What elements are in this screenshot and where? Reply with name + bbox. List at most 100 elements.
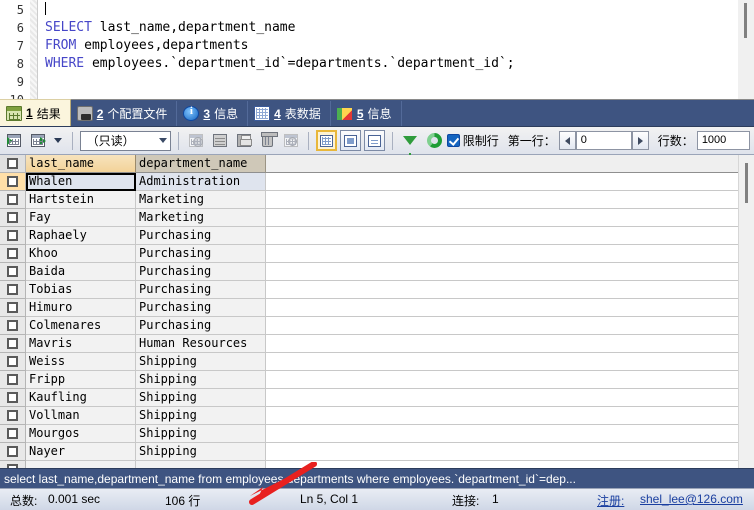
row-select-cell[interactable]	[0, 191, 26, 209]
save-record-button[interactable]	[233, 130, 254, 151]
cell-last-name[interactable]: Himuro	[26, 299, 136, 317]
select-all-checkbox[interactable]	[7, 158, 18, 169]
table-row[interactable]: Nayer Shipping	[0, 443, 738, 461]
row-checkbox[interactable]	[7, 302, 18, 313]
cell-department-name[interactable]: Purchasing	[136, 317, 266, 335]
cell-department-name[interactable]: Marketing	[136, 191, 266, 209]
tab-table-data[interactable]: 4 表数据	[248, 101, 331, 126]
row-checkbox[interactable]	[7, 410, 18, 421]
table-row[interactable]: Khoo Purchasing	[0, 245, 738, 263]
cell-department-name[interactable]: Marketing	[136, 209, 266, 227]
refresh-button[interactable]	[424, 130, 445, 151]
cell-last-name[interactable]: Tobias	[26, 281, 136, 299]
add-record-button[interactable]: +	[186, 130, 207, 151]
cell-department-name[interactable]	[136, 461, 266, 468]
cell-department-name[interactable]: Human Resources	[136, 335, 266, 353]
cell-department-name[interactable]: Administration	[136, 173, 266, 191]
row-checkbox[interactable]	[7, 392, 18, 403]
row-count-input[interactable]: 1000	[696, 131, 750, 150]
table-row[interactable]: Hartstein Marketing	[0, 191, 738, 209]
table-row[interactable]: Kaufling Shipping	[0, 389, 738, 407]
row-select-cell[interactable]	[0, 443, 26, 461]
grid-view-button[interactable]	[316, 130, 338, 151]
row-checkbox[interactable]	[7, 212, 18, 223]
row-select-cell[interactable]	[0, 425, 26, 443]
table-row[interactable]: Tobias Purchasing	[0, 281, 738, 299]
row-checkbox[interactable]	[7, 176, 18, 187]
row-select-cell[interactable]	[0, 389, 26, 407]
tab-info[interactable]: 3 信息	[177, 101, 249, 126]
row-checkbox[interactable]	[7, 284, 18, 295]
table-row[interactable]: Colmenares Purchasing	[0, 317, 738, 335]
cell-last-name[interactable]: Mavris	[26, 335, 136, 353]
cell-last-name[interactable]: Fay	[26, 209, 136, 227]
row-select-cell[interactable]	[0, 335, 26, 353]
limit-rows-checkbox[interactable]	[447, 134, 460, 147]
table-row[interactable]: Raphaely Purchasing	[0, 227, 738, 245]
row-select-cell[interactable]	[0, 371, 26, 389]
sql-editor[interactable]: 5 6 7 8 9 10 SELECT last_name,department…	[0, 0, 754, 100]
first-row-spinner[interactable]: 0	[558, 131, 649, 150]
result-grid[interactable]: last_name department_name Whalen Administ…	[0, 155, 754, 468]
cell-department-name[interactable]: Purchasing	[136, 263, 266, 281]
row-checkbox[interactable]	[7, 248, 18, 259]
cell-last-name[interactable]: Kaufling	[26, 389, 136, 407]
cell-last-name[interactable]: Weiss	[26, 353, 136, 371]
row-select-cell[interactable]	[0, 353, 26, 371]
next-row-button[interactable]	[631, 131, 649, 150]
cell-department-name[interactable]: Purchasing	[136, 281, 266, 299]
cell-department-name[interactable]: Shipping	[136, 425, 266, 443]
tab-info-2[interactable]: 5 信息	[331, 101, 402, 126]
tab-result[interactable]: 1 结果	[0, 99, 71, 126]
cell-last-name[interactable]: Khoo	[26, 245, 136, 263]
row-select-cell[interactable]	[0, 209, 26, 227]
cell-last-name[interactable]: Baida	[26, 263, 136, 281]
table-row[interactable]: Fripp Shipping	[0, 371, 738, 389]
export-grid-button[interactable]	[28, 130, 49, 151]
row-select-cell[interactable]	[0, 407, 26, 425]
row-checkbox[interactable]	[7, 356, 18, 367]
cell-department-name[interactable]: Purchasing	[136, 299, 266, 317]
row-checkbox[interactable]	[7, 374, 18, 385]
revert-record-button[interactable]	[209, 130, 230, 151]
row-select-cell[interactable]	[0, 299, 26, 317]
sql-code-area[interactable]: SELECT last_name,department_name FROM em…	[39, 0, 754, 99]
row-checkbox[interactable]	[7, 230, 18, 241]
table-row[interactable]: Fay Marketing	[0, 209, 738, 227]
row-select-cell[interactable]	[0, 245, 26, 263]
cell-department-name[interactable]: Shipping	[136, 443, 266, 461]
table-row[interactable]	[0, 461, 738, 468]
table-row[interactable]: Mourgos Shipping	[0, 425, 738, 443]
tab-profiles[interactable]: 2 个配置文件	[71, 101, 178, 126]
cell-last-name[interactable]: Raphaely	[26, 227, 136, 245]
cell-last-name[interactable]: Mourgos	[26, 425, 136, 443]
text-view-button[interactable]	[364, 130, 385, 151]
filter-button[interactable]	[400, 130, 421, 158]
cell-department-name[interactable]: Shipping	[136, 389, 266, 407]
import-grid-button[interactable]	[4, 130, 25, 151]
first-row-input[interactable]: 0	[575, 131, 632, 150]
row-checkbox[interactable]	[7, 266, 18, 277]
export-dropdown-button[interactable]	[51, 130, 64, 151]
row-select-cell[interactable]	[0, 461, 26, 468]
row-select-cell[interactable]	[0, 317, 26, 335]
row-checkbox[interactable]	[7, 194, 18, 205]
form-view-button[interactable]	[340, 130, 362, 151]
column-header-last-name[interactable]: last_name	[26, 155, 136, 173]
cell-last-name[interactable]: Fripp	[26, 371, 136, 389]
row-checkbox[interactable]	[7, 320, 18, 331]
row-select-cell[interactable]	[0, 263, 26, 281]
cell-department-name[interactable]: Purchasing	[136, 227, 266, 245]
row-checkbox[interactable]	[7, 338, 18, 349]
register-label[interactable]: 注册:	[597, 492, 624, 509]
table-row[interactable]: Vollman Shipping	[0, 407, 738, 425]
table-row[interactable]: Himuro Purchasing	[0, 299, 738, 317]
row-checkbox[interactable]	[7, 428, 18, 439]
table-row[interactable]: Whalen Administration	[0, 173, 738, 191]
prev-row-button[interactable]	[558, 131, 576, 150]
cell-last-name[interactable]: Nayer	[26, 443, 136, 461]
grid-scrollbar-thumb[interactable]	[745, 163, 748, 203]
table-row[interactable]: Baida Purchasing	[0, 263, 738, 281]
cell-department-name[interactable]: Shipping	[136, 371, 266, 389]
select-all-cell[interactable]	[0, 155, 26, 173]
